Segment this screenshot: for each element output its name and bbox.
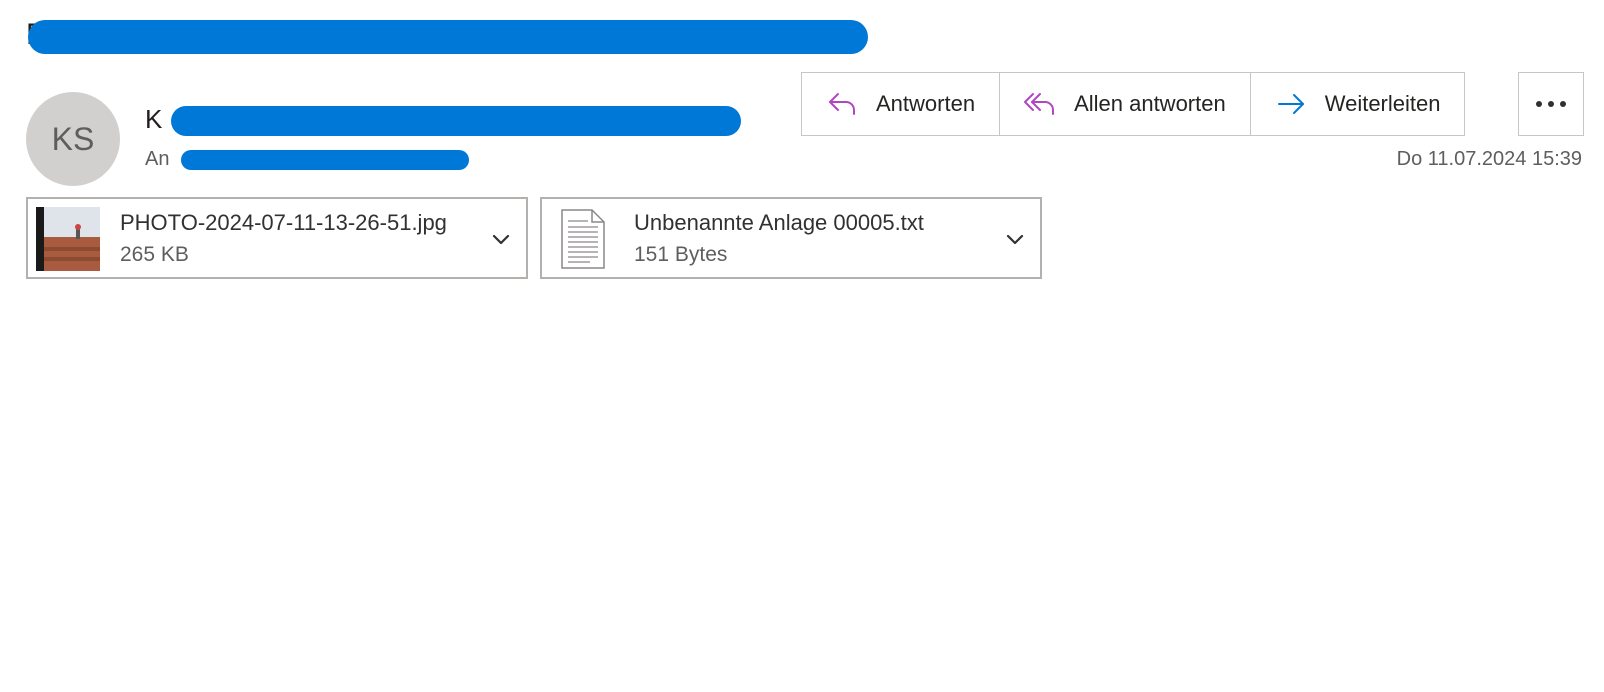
image-thumbnail xyxy=(36,207,100,271)
recipient-redaction xyxy=(181,150,469,170)
sender-name[interactable]: K xyxy=(145,102,745,140)
attachment-name: PHOTO-2024-07-11-13-26-51.jpg xyxy=(120,210,447,235)
reply-label: Antworten xyxy=(876,91,976,116)
recipient-label: An xyxy=(145,148,170,170)
more-actions-button[interactable] xyxy=(1518,72,1584,136)
attachment-card[interactable]: Unbenannte Anlage 00005.txt 151 Bytes xyxy=(540,197,1042,279)
chevron-down-icon[interactable] xyxy=(490,228,512,250)
reply-all-button[interactable]: Allen antworten xyxy=(1000,72,1251,136)
text-file-icon xyxy=(550,207,614,271)
reply-button[interactable]: Antworten xyxy=(801,72,1001,136)
chevron-down-icon[interactable] xyxy=(1004,228,1026,250)
sender-avatar[interactable]: KS xyxy=(26,92,120,186)
attachment-size: 265 KB xyxy=(120,243,189,266)
forward-icon xyxy=(1273,86,1309,122)
message-actions: Antworten Allen antworten Weiterleiten xyxy=(801,72,1466,136)
reply-all-icon xyxy=(1022,86,1058,122)
recipient-line: An xyxy=(145,146,485,174)
subject-redaction xyxy=(28,20,868,54)
forward-label: Weiterleiten xyxy=(1324,91,1441,116)
reply-icon xyxy=(824,86,860,122)
sender-redaction xyxy=(171,106,741,136)
sender-name-text: K xyxy=(145,104,163,134)
attachment-name: Unbenannte Anlage 00005.txt xyxy=(634,210,924,235)
reply-all-label: Allen antworten xyxy=(1074,91,1226,116)
attachment-card[interactable]: PHOTO-2024-07-11-13-26-51.jpg 265 KB xyxy=(26,197,528,279)
forward-button[interactable]: Weiterleiten xyxy=(1250,72,1466,136)
message-date: Do 11.07.2024 15:39 xyxy=(1396,148,1582,170)
attachment-size: 151 Bytes xyxy=(634,243,728,266)
more-icon xyxy=(1534,95,1568,113)
message-subject: D xyxy=(26,14,906,60)
